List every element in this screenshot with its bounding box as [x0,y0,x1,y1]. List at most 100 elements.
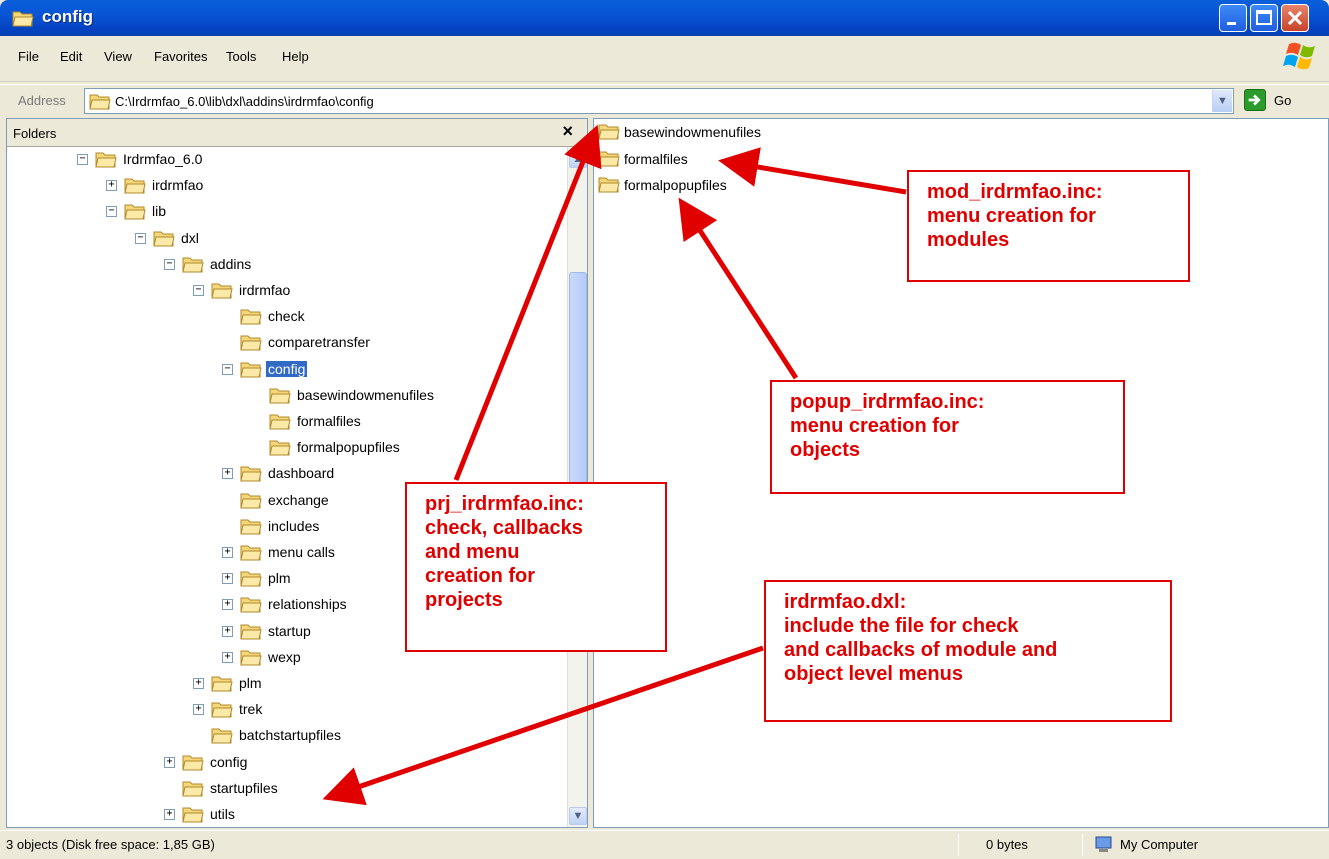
address-path: C:\Irdrmfao_6.0\lib\dxl\addins\irdrmfao\… [115,94,374,109]
annotation-line: check, callbacks [425,517,583,539]
tree-item-label: startupfiles [210,779,278,796]
chevron-up-icon: ▲ [572,153,584,165]
address-input[interactable]: C:\Irdrmfao_6.0\lib\dxl\addins\irdrmfao\… [84,88,1234,114]
menu-view[interactable]: View [104,49,132,64]
maximize-icon [1256,10,1272,25]
folder-icon [12,11,34,27]
annotation-popup-irdrmfao: popup_irdrmfao.inc: menu creation for obje… [770,380,1125,494]
annotation-line: popup_irdrmfao.inc: [790,391,985,413]
tree-item-label: relationships [268,596,347,613]
status-bar: 3 objects (Disk free space: 1,85 GB) 0 b… [0,830,1329,859]
folder-icon [240,571,262,587]
tree-item-label: includes [268,517,320,534]
menu-favorites[interactable]: Favorites [154,49,207,64]
address-dropdown-button[interactable]: ▼ [1212,90,1232,112]
expand-icon[interactable]: + [164,809,175,820]
address-bar: Address C:\Irdrmfao_6.0\lib\dxl\addins\i… [0,84,1329,116]
folder-icon [153,231,175,247]
chevron-down-icon: ▼ [1217,95,1228,107]
tree-item-label: exchange [268,491,329,508]
annotation-line: prj_irdrmfao.inc: [425,493,584,515]
expand-icon[interactable]: + [222,547,233,558]
tree-item-label: config [266,360,308,377]
close-icon [1287,10,1303,26]
folder-icon [269,414,291,430]
collapse-icon[interactable]: − [193,285,204,296]
tree-item-label: comparetransfer [268,334,370,351]
maximize-button[interactable] [1250,4,1278,32]
menu-edit[interactable]: Edit [60,49,82,64]
collapse-icon[interactable]: − [77,154,88,165]
expand-icon[interactable]: + [222,625,233,637]
status-divider [1082,834,1083,856]
tree-item-label: config [210,753,248,770]
tree-item-label: startup [268,622,311,639]
file-list-item-label: basewindowmenufiles [624,124,761,140]
menu-file[interactable]: File [18,49,39,64]
expand-icon[interactable]: + [193,704,204,716]
folder-icon [124,178,146,194]
chevron-down-icon: ▼ [572,810,584,822]
tree-item-label: batchstartupfiles [239,727,341,744]
minimize-icon [1227,22,1236,25]
annotation-line: and menu [425,541,520,563]
annotation-line: object level menus [784,663,963,685]
window-title: config [42,7,93,26]
collapse-icon[interactable]: − [164,258,175,270]
folder-icon [240,309,262,325]
expand-icon[interactable]: + [222,573,233,585]
annotation-line: creation for [425,565,536,587]
folder-icon [598,151,620,166]
folders-pane: Folders × − Irdrmfao_6.0 + irdrmfao − lib − dxl… [6,118,588,828]
annotation-line: projects [425,589,503,611]
expand-icon[interactable]: + [222,599,233,611]
expand-icon[interactable]: + [164,756,175,768]
annotation-line: menu creation for [790,415,959,437]
folder-icon [211,728,233,744]
folder-icon [182,755,204,771]
status-size: 0 bytes [986,837,1028,852]
folder-icon [240,597,262,613]
expand-icon[interactable]: + [193,678,204,689]
annotation-irdrmfao-dxl: irdrmfao.dxl: include the file for check a… [764,580,1172,722]
scroll-up-button[interactable]: ▲ [569,150,587,168]
close-window-button[interactable] [1281,4,1309,32]
annotation-line: mod_irdrmfao.inc: [927,181,1103,203]
tree-item-label: formalfiles [297,413,361,429]
tree-item-label: utils [210,806,235,822]
expand-icon[interactable]: + [222,468,233,480]
status-objects: 3 objects (Disk free space: 1,85 GB) [6,837,215,852]
menu-help[interactable]: Help [282,49,309,64]
folder-icon [240,519,262,535]
title-bar[interactable]: config [0,0,1329,36]
address-label: Address [18,93,66,108]
folder-icon [240,650,262,666]
tree-item-label: plm [239,675,262,691]
folder-icon [598,177,620,193]
annotation-line: irdrmfao.dxl: [784,591,907,613]
annotation-prj-irdrmfao: prj_irdrmfao.inc: check, callbacks and men… [405,482,667,652]
annotation-line: modules [927,229,1010,251]
scroll-down-button[interactable]: ▼ [569,807,587,825]
file-list-item-label: formalpopupfiles [624,177,727,193]
folder-icon [182,807,204,823]
collapse-icon[interactable]: − [222,363,233,375]
tree-item-label: irdrmfao [152,177,204,194]
tree-item-label: menu calls [268,544,335,560]
folder-icon [240,545,262,561]
folder-icon [89,94,111,110]
minimize-button[interactable] [1219,4,1247,32]
menu-tools[interactable]: Tools [226,49,256,64]
go-label: Go [1274,93,1292,108]
go-button[interactable]: Go [1244,89,1314,113]
tree-item-label: irdrmfao [239,282,291,298]
folder-icon [240,493,262,509]
collapse-icon[interactable]: − [135,232,146,244]
collapse-icon[interactable]: − [106,206,117,218]
tree-item-label: dxl [181,229,199,246]
tree-item-label: lib [152,203,167,220]
expand-icon[interactable]: + [106,180,117,192]
tree-item-label: trek [239,701,263,718]
expand-icon[interactable]: + [222,651,233,663]
close-folders-button[interactable]: × [562,121,573,142]
